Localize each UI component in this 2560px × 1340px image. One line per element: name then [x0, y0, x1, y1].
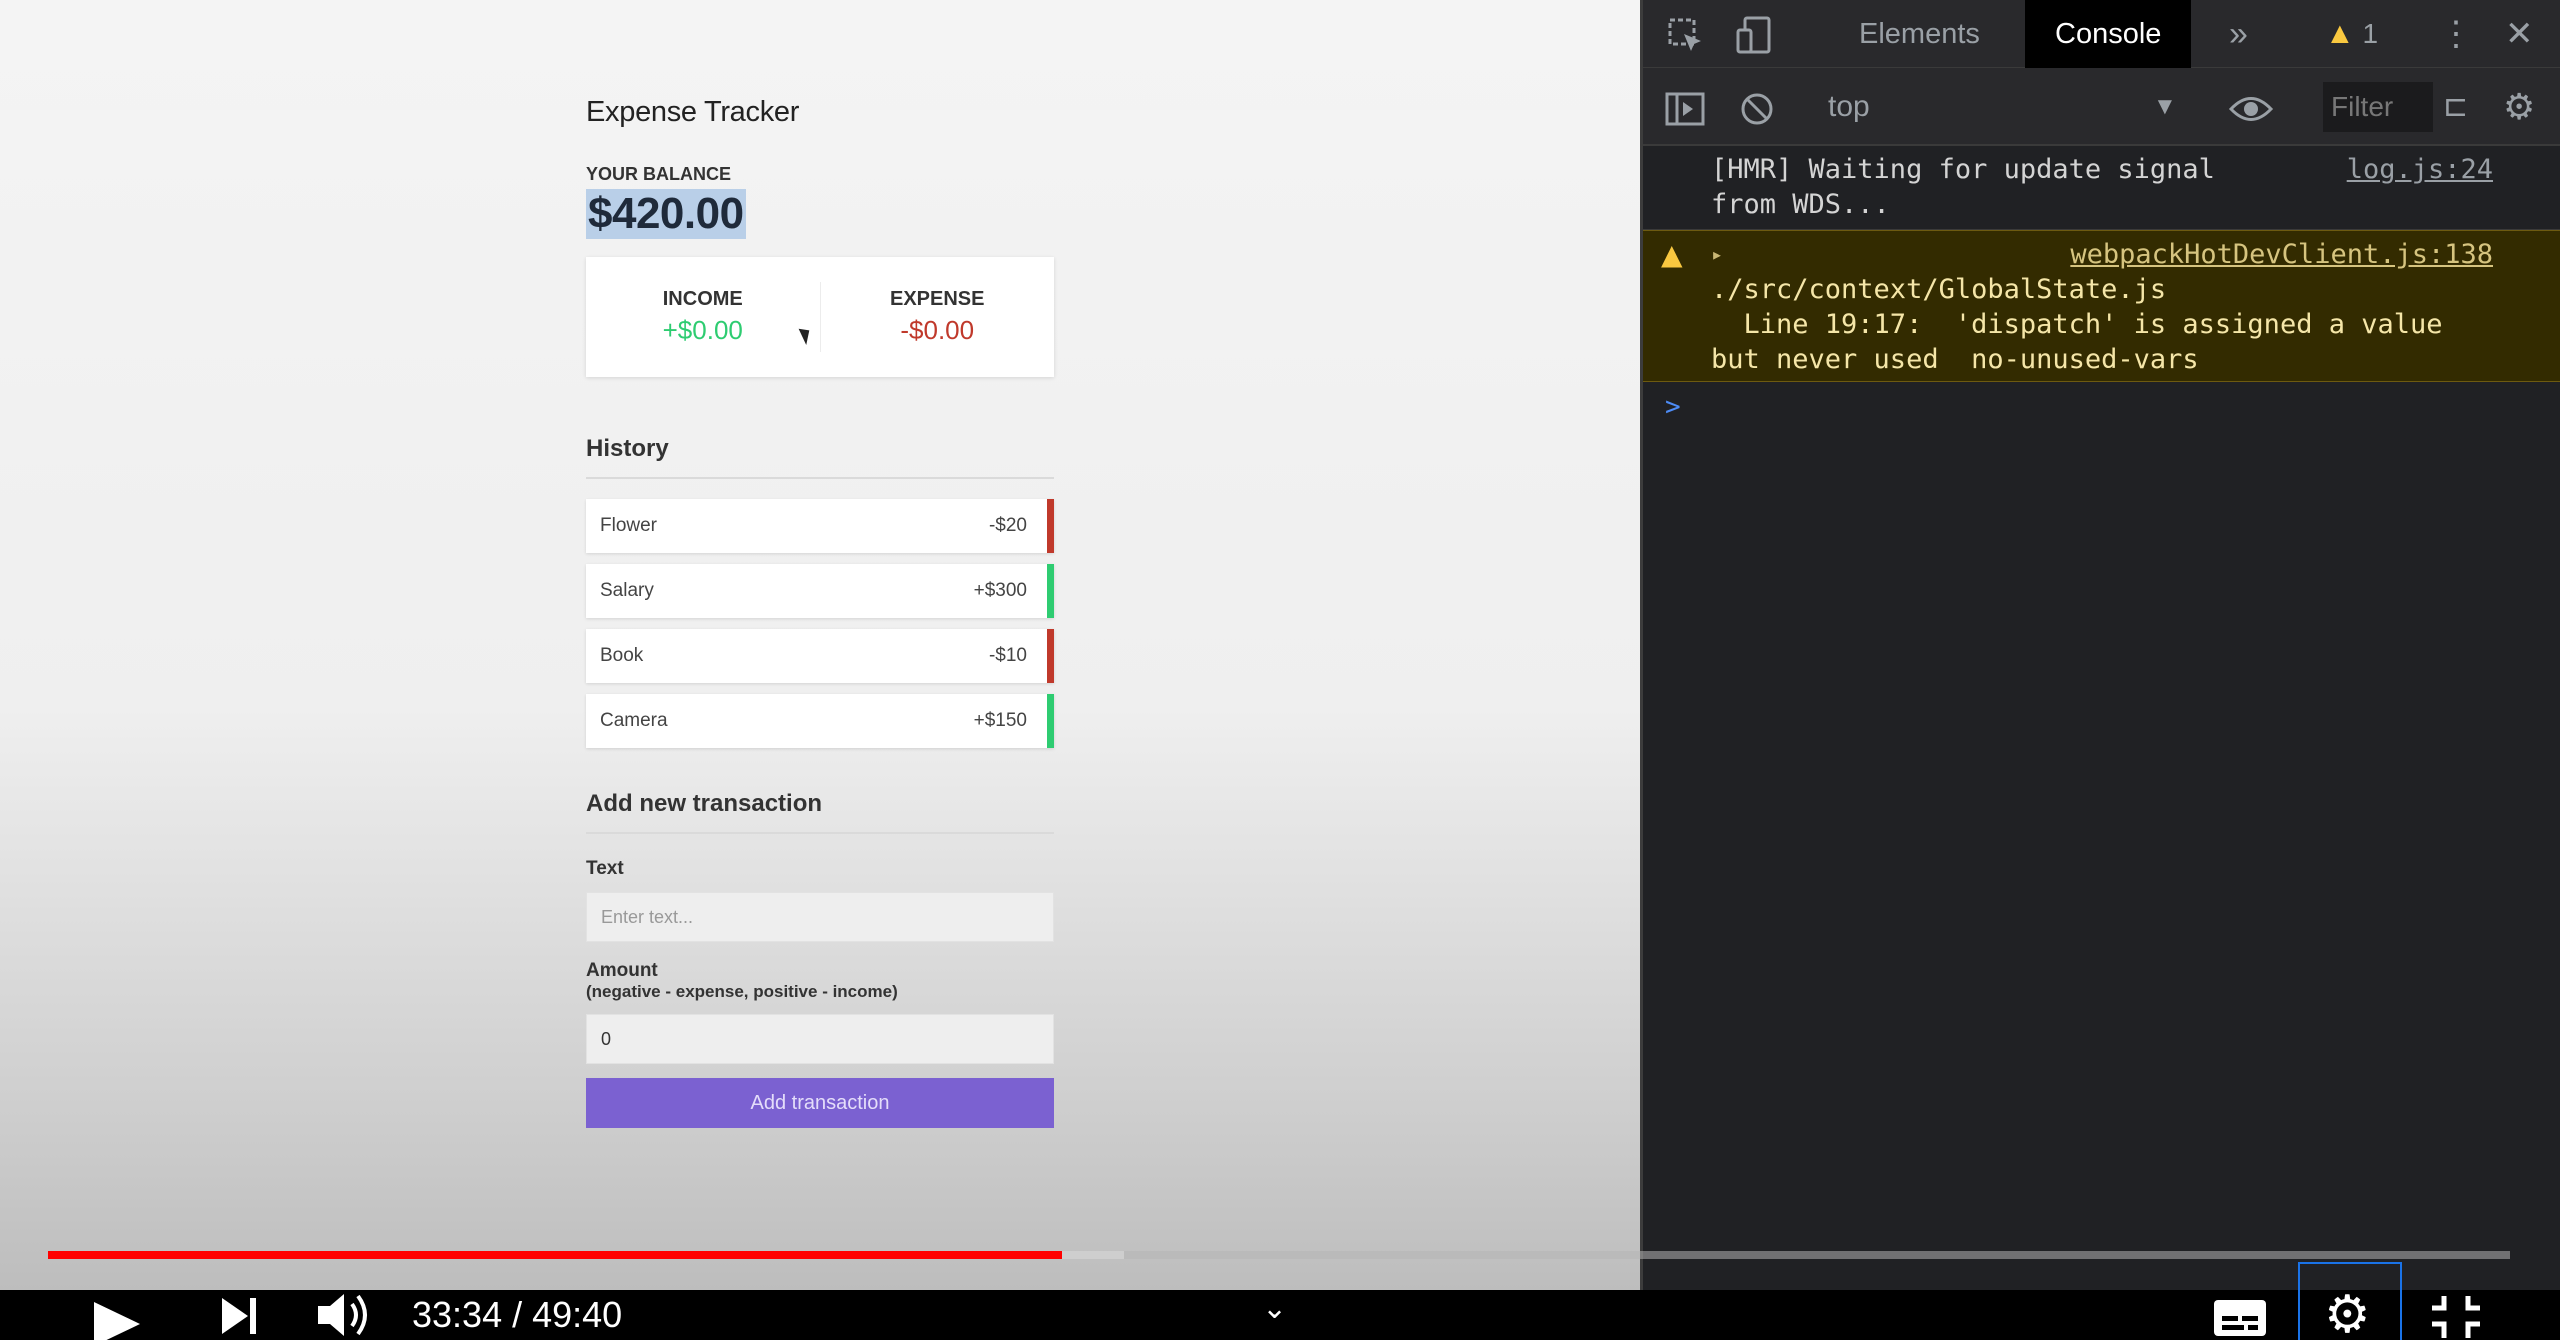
devtools-panel: Elements Console » ▲ 1 ⋮ ✕ top ▼ Filter … [1640, 0, 2560, 1290]
amount-input[interactable]: 0 [586, 1014, 1054, 1064]
devtools-toolbar: Elements Console » ▲ 1 ⋮ ✕ [1643, 0, 2560, 68]
sidebar-toggle-icon[interactable] [1665, 68, 1705, 146]
exit-fullscreen-icon[interactable] [2430, 1294, 2482, 1340]
log-line: from WDS... [1711, 189, 1890, 220]
console-prompt[interactable]: > [1665, 392, 1681, 422]
warning-count: 1 [2362, 18, 2379, 49]
transaction-text: Camera [600, 710, 668, 731]
income-amount: +$0.00 [662, 315, 743, 345]
chevron-down-icon[interactable]: ⌄ [1262, 1290, 1287, 1328]
income-label: INCOME [662, 288, 743, 310]
page-title: Expense Tracker [586, 96, 800, 128]
expense-tracker-container: Expense Tracker YOUR BALANCE $420.00 INC… [586, 96, 1054, 1128]
volume-icon[interactable] [314, 1292, 374, 1340]
warning-line: but never used no-unused-vars [1711, 344, 2199, 375]
console-filter-input[interactable]: Filter [2323, 82, 2433, 132]
warning-line: Line 19:17: 'dispatch' is assigned a val… [1711, 309, 2443, 340]
subtitles-icon[interactable] [2212, 1296, 2268, 1340]
tab-console[interactable]: Console [2025, 0, 2192, 68]
transaction-item[interactable]: Book -$10 [586, 629, 1054, 683]
amount-sublabel: (negative - expense, positive - income) [586, 982, 898, 1001]
amount-label: Amount [586, 960, 658, 981]
transaction-text: Book [600, 645, 644, 666]
transaction-text: Flower [600, 515, 658, 536]
balance-amount: $420.00 [586, 189, 746, 239]
inspect-element-icon[interactable] [1667, 0, 1705, 68]
expense-column: EXPENSE -$0.00 [821, 257, 1055, 377]
transaction-amount: -$10 [988, 645, 1027, 666]
warning-count-badge[interactable]: ▲ 1 [2325, 0, 2378, 68]
log-source-link[interactable]: log.js:24 [2347, 152, 2493, 187]
video-time: 33:34 / 49:40 [412, 1294, 623, 1335]
play-icon[interactable] [90, 1300, 144, 1340]
levels-dropdown-icon[interactable]: ⊏ [2443, 68, 2468, 146]
amount-field-label: Amount (negative - expense, positive - i… [586, 960, 1054, 1002]
chevron-down-icon[interactable]: ▼ [2153, 68, 2177, 146]
app-viewport: Expense Tracker YOUR BALANCE $420.00 INC… [0, 0, 1640, 1290]
transaction-text: Salary [600, 580, 654, 601]
transaction-item[interactable]: Salary +$300 [586, 564, 1054, 618]
more-tabs-icon[interactable]: » [2229, 0, 2248, 68]
expense-label: EXPENSE [890, 288, 985, 310]
console-toolbar: top ▼ Filter ⊏ ⚙ [1643, 68, 2560, 146]
gear-icon[interactable]: ⚙ [2503, 68, 2535, 146]
eye-icon[interactable] [2228, 68, 2274, 146]
kebab-menu-icon[interactable]: ⋮ [2439, 0, 2473, 68]
history-heading: History [586, 435, 1054, 479]
text-field-label: Text [586, 858, 624, 879]
balance-label: YOUR BALANCE [586, 164, 732, 184]
transaction-amount: +$150 [973, 710, 1027, 731]
transaction-amount: -$20 [988, 515, 1027, 536]
income-column: INCOME +$0.00 [586, 257, 820, 377]
close-icon[interactable]: ✕ [2505, 0, 2534, 68]
transaction-list: Flower -$20 Salary +$300 Book -$10 Camer… [586, 499, 1054, 748]
warning-icon: ▲ [1661, 238, 1683, 271]
expand-triangle-icon[interactable]: ▸ [1711, 237, 1723, 272]
add-transaction-button[interactable]: Add transaction [586, 1078, 1054, 1128]
expense-amount: -$0.00 [900, 315, 975, 345]
warning-source-link[interactable]: webpackHotDevClient.js:138 [2070, 237, 2493, 272]
device-toolbar-icon[interactable] [1735, 0, 1775, 68]
transaction-amount: +$300 [973, 580, 1027, 601]
add-transaction-heading: Add new transaction [586, 790, 1054, 834]
console-message: [HMR] Waiting for update signal from WDS… [1643, 148, 2560, 230]
console-warning: ▲ ▸ webpackHotDevClient.js:138 ./src/con… [1643, 230, 2560, 382]
next-icon[interactable] [218, 1296, 260, 1340]
screen: { "app": { "title": "Expense Tracker", "… [0, 0, 2560, 1340]
income-expense-card: INCOME +$0.00 EXPENSE -$0.00 [586, 257, 1054, 377]
transaction-item[interactable]: Camera +$150 [586, 694, 1054, 748]
warning-line: ./src/context/GlobalState.js [1711, 274, 2167, 305]
clear-console-icon[interactable] [1739, 68, 1775, 146]
progress-played [48, 1251, 1063, 1259]
settings-focus-ring [2298, 1262, 2402, 1340]
video-progress-bar[interactable] [48, 1251, 2510, 1259]
tab-elements[interactable]: Elements [1859, 0, 1980, 68]
text-input[interactable]: Enter text... [586, 892, 1054, 942]
transaction-item[interactable]: Flower -$20 [586, 499, 1054, 553]
warning-icon: ▲ [2325, 17, 2355, 50]
context-selector[interactable]: top [1828, 68, 1870, 146]
